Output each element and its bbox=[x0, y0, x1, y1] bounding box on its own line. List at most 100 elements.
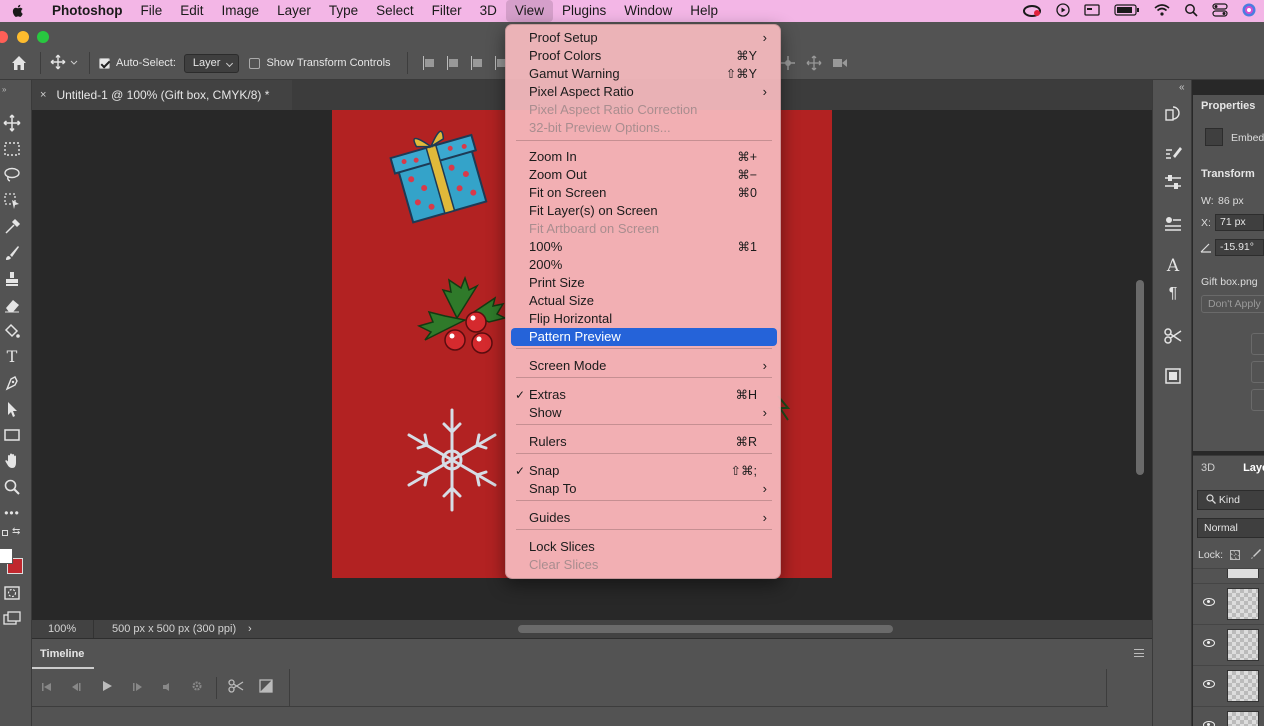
tab-layers[interactable]: Layer bbox=[1223, 462, 1264, 474]
eye-icon[interactable] bbox=[1203, 721, 1215, 726]
eraser-tool-icon[interactable] bbox=[3, 296, 21, 314]
previous-frame-icon[interactable] bbox=[62, 681, 92, 695]
brush-tool-icon[interactable] bbox=[3, 244, 21, 262]
menu-item-extras[interactable]: ✓ Extras ⌘H bbox=[511, 386, 777, 404]
menu-item-print-size[interactable]: Print Size bbox=[511, 274, 777, 292]
battery-icon[interactable] bbox=[1114, 3, 1140, 19]
transition-icon[interactable] bbox=[251, 679, 281, 696]
x-field[interactable]: 71 px bbox=[1215, 214, 1264, 231]
adjustments-icon[interactable] bbox=[1163, 172, 1183, 192]
collapse-toolbar-icon[interactable]: » bbox=[2, 85, 8, 94]
filter-kind-dropdown[interactable]: Kind bbox=[1197, 490, 1264, 510]
menu-item-show[interactable]: Show › bbox=[511, 404, 777, 422]
menu-help[interactable]: Help bbox=[681, 0, 727, 22]
width-value[interactable]: 86 px bbox=[1218, 195, 1244, 207]
home-icon[interactable] bbox=[10, 54, 28, 72]
menu-item-actual-size[interactable]: Actual Size bbox=[511, 292, 777, 310]
menu-item-lock-slices[interactable]: Lock Slices bbox=[511, 538, 777, 556]
path-select-tool-icon[interactable] bbox=[3, 400, 21, 418]
paragraph-icon[interactable]: ¶ bbox=[1163, 284, 1183, 304]
align-right-icon[interactable] bbox=[470, 56, 484, 70]
menu-item-snap[interactable]: ✓ Snap ⇧⌘; bbox=[511, 462, 777, 480]
hand-tool-icon[interactable] bbox=[3, 452, 21, 470]
menu-item-zoom-in[interactable]: Zoom In ⌘+ bbox=[511, 148, 777, 166]
menu-filter[interactable]: Filter bbox=[423, 0, 471, 22]
menu-item-snap-to[interactable]: Snap To › bbox=[511, 480, 777, 498]
control-center-icon[interactable] bbox=[1212, 2, 1228, 20]
split-icon[interactable] bbox=[221, 679, 251, 696]
default-colors-icon[interactable] bbox=[2, 530, 8, 536]
menu-type[interactable]: Type bbox=[320, 0, 367, 22]
auto-select-checkbox[interactable] bbox=[99, 57, 110, 69]
menu-item-zoom-out[interactable]: Zoom Out ⌘− bbox=[511, 166, 777, 184]
align-left-icon[interactable] bbox=[422, 56, 436, 70]
timeline-title[interactable]: Timeline bbox=[40, 648, 84, 660]
libraries-icon[interactable] bbox=[1163, 214, 1183, 234]
3d-orbit-icon[interactable] bbox=[780, 55, 796, 74]
tools-scissors-icon[interactable] bbox=[1163, 326, 1183, 346]
status-arrow-icon[interactable]: › bbox=[248, 623, 252, 635]
menu-item-proof-setup[interactable]: Proof Setup › bbox=[511, 29, 777, 47]
layer-row[interactable] bbox=[1193, 665, 1264, 705]
menu-item-fit-on-screen[interactable]: Fit on Screen ⌘0 bbox=[511, 184, 777, 202]
auto-select-dropdown[interactable]: Layer bbox=[183, 53, 240, 73]
settings-icon[interactable] bbox=[182, 680, 212, 695]
eye-icon[interactable] bbox=[1203, 639, 1215, 647]
layer-row[interactable] bbox=[1193, 583, 1264, 623]
zoom-window-button[interactable] bbox=[37, 31, 49, 43]
menu-edit[interactable]: Edit bbox=[171, 0, 212, 22]
lock-transparent-icon[interactable] bbox=[1230, 550, 1240, 560]
first-frame-icon[interactable] bbox=[32, 681, 62, 695]
horizontal-scrollbar[interactable] bbox=[518, 625, 893, 633]
zoom-tool-icon[interactable] bbox=[3, 478, 21, 496]
move-tool-icon[interactable] bbox=[3, 114, 21, 132]
spotlight-search-icon[interactable] bbox=[1184, 3, 1198, 20]
layer-row[interactable] bbox=[1193, 706, 1264, 726]
menu-photoshop[interactable]: Photoshop bbox=[43, 0, 132, 22]
menu-item-100[interactable]: 100% ⌘1 bbox=[511, 238, 777, 256]
history-icon[interactable] bbox=[1163, 104, 1183, 124]
apple-icon[interactable] bbox=[10, 3, 26, 19]
pen-tool-icon[interactable] bbox=[3, 374, 21, 392]
play-icon[interactable] bbox=[92, 680, 122, 695]
menu-item-rulers[interactable]: Rulers ⌘R bbox=[511, 433, 777, 451]
menu-item-pixel-aspect-ratio[interactable]: Pixel Aspect Ratio › bbox=[511, 83, 777, 101]
layer-row[interactable] bbox=[1193, 624, 1264, 664]
menu-layer[interactable]: Layer bbox=[268, 0, 320, 22]
angle-field[interactable]: -15.91° bbox=[1215, 239, 1264, 256]
vertical-scrollbar[interactable] bbox=[1136, 280, 1144, 475]
menu-window[interactable]: Window bbox=[615, 0, 681, 22]
stamp-tool-icon[interactable] bbox=[3, 270, 21, 288]
properties-title[interactable]: Properties bbox=[1201, 100, 1255, 112]
properties-button-2[interactable] bbox=[1251, 361, 1264, 383]
menu-item-flip-horizontal[interactable]: Flip Horizontal bbox=[511, 310, 777, 328]
move-tool-preset-icon[interactable] bbox=[50, 54, 80, 73]
play-icon[interactable] bbox=[1056, 2, 1070, 20]
menu-3d[interactable]: 3D bbox=[471, 0, 506, 22]
artboard-icon[interactable] bbox=[1163, 366, 1183, 386]
character-icon[interactable]: A bbox=[1163, 256, 1183, 276]
properties-button-3[interactable] bbox=[1251, 389, 1264, 411]
menu-item-proof-colors[interactable]: Proof Colors ⌘Y bbox=[511, 47, 777, 65]
menu-item-clear-slices[interactable]: Clear Slices bbox=[511, 556, 777, 574]
dont-apply-button[interactable]: Don't Apply bbox=[1201, 295, 1264, 313]
close-window-button[interactable] bbox=[0, 31, 8, 43]
lock-brush-icon[interactable] bbox=[1249, 548, 1261, 563]
collapse-panels-icon[interactable]: « bbox=[1179, 82, 1185, 93]
menu-select[interactable]: Select bbox=[367, 0, 423, 22]
wifi-icon[interactable] bbox=[1154, 3, 1170, 19]
layer-row-partial[interactable] bbox=[1193, 568, 1264, 578]
zoom-level[interactable]: 100% bbox=[32, 620, 94, 638]
creative-cloud-icon[interactable] bbox=[1022, 3, 1042, 20]
foreground-color-swatch[interactable] bbox=[0, 548, 13, 564]
marquee-tool-icon[interactable] bbox=[3, 140, 21, 158]
menu-item-200[interactable]: 200% bbox=[511, 256, 777, 274]
next-frame-icon[interactable] bbox=[122, 681, 152, 695]
menu-item-gamut-warning[interactable]: Gamut Warning ⇧⌘Y bbox=[511, 65, 777, 83]
audio-icon[interactable] bbox=[152, 681, 182, 695]
align-center-icon[interactable] bbox=[446, 56, 460, 70]
menu-item-pattern-preview[interactable]: Pattern Preview bbox=[511, 328, 777, 346]
screen-icon[interactable] bbox=[1084, 3, 1100, 19]
eyedropper-tool-icon[interactable] bbox=[3, 218, 21, 236]
type-tool-icon[interactable]: T bbox=[3, 348, 21, 366]
